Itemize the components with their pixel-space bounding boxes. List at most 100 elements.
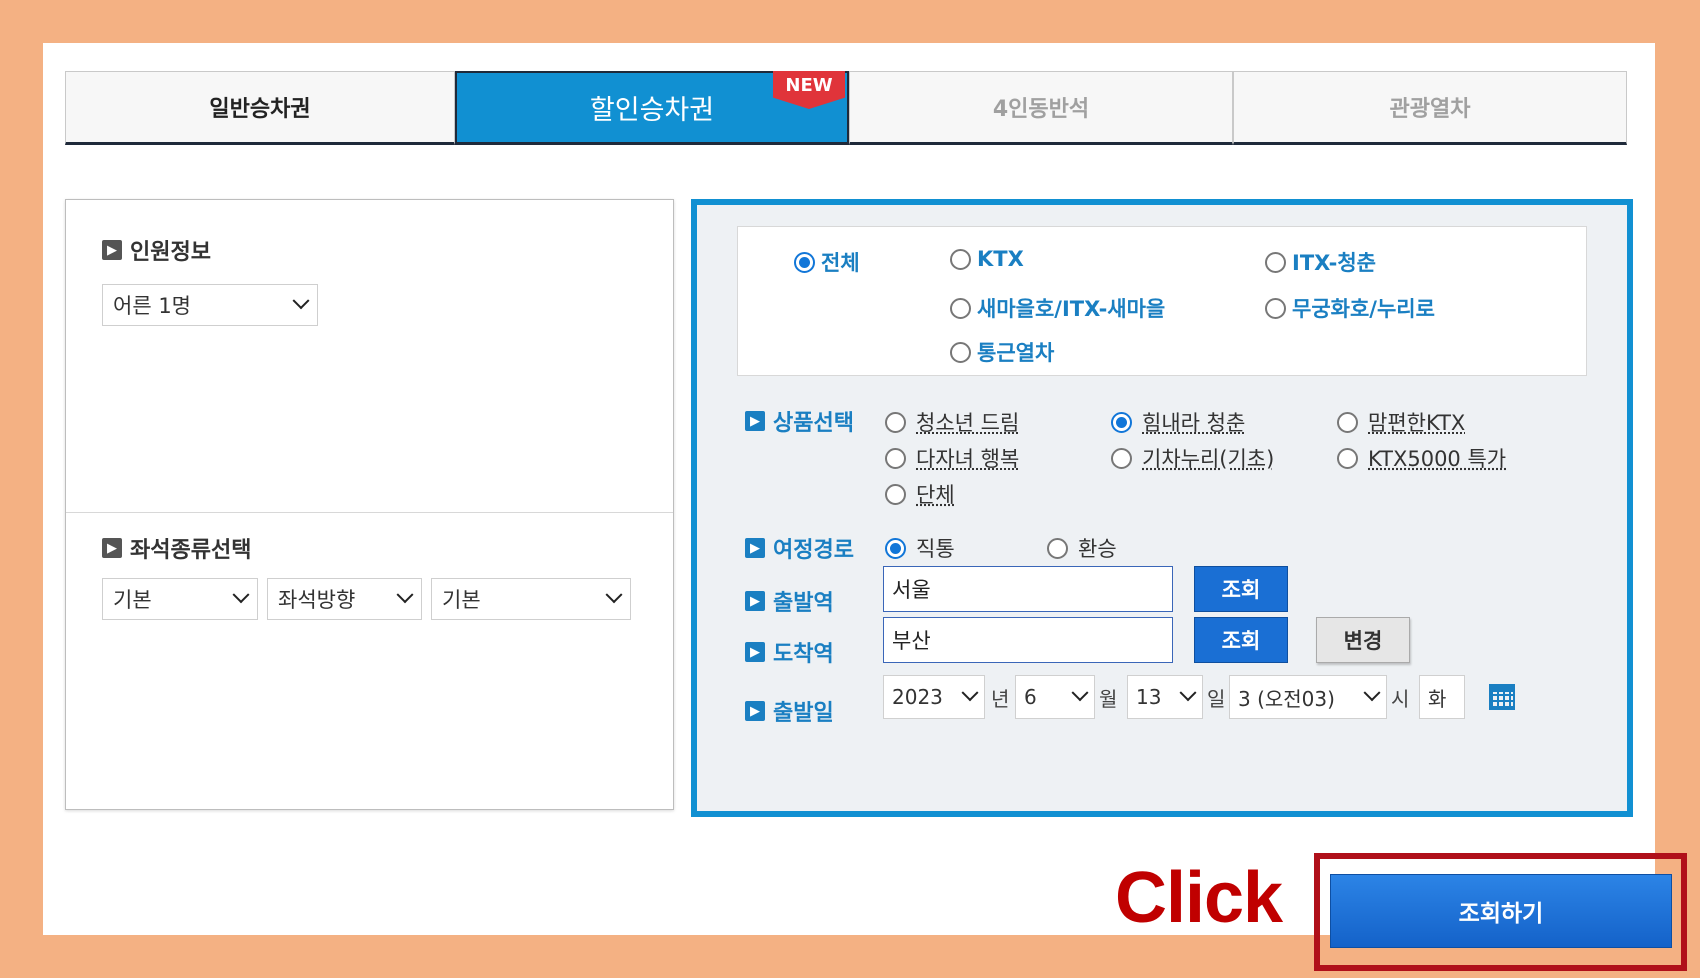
chevron-down-icon — [961, 684, 979, 702]
route-option-label: 직통 — [916, 537, 955, 561]
product-option-label: 힘내라 청춘 — [1142, 411, 1246, 435]
train-type-label: 전체 — [821, 251, 860, 275]
search-panel: 전체 KTX ITX-청춘 새마을호/ITX-새마을 무궁화호/누리로 통근열차 — [691, 199, 1633, 817]
seat-direction-select[interactable]: 좌석방향 — [267, 578, 422, 620]
day-select[interactable]: 13 — [1127, 675, 1203, 719]
train-type-label: ITX-청춘 — [1292, 251, 1376, 275]
product-label-text: 상품선택 — [773, 411, 854, 436]
chevron-down-icon — [1071, 684, 1089, 702]
swap-stations-button[interactable]: 변경 — [1316, 617, 1410, 663]
ticket-tabs: 일반승차권 할인승차권 4인동반석 관광열차 NEW — [65, 71, 1627, 145]
seat-class-select[interactable]: 기본 — [102, 578, 258, 620]
arrow-right-icon: ▶ — [745, 538, 765, 558]
radio-icon — [885, 483, 906, 505]
product-option-label: 맘편한KTX — [1368, 411, 1466, 435]
route-label: ▶ 여정경로 — [745, 532, 854, 564]
weekday-display: 화 — [1419, 675, 1465, 719]
passenger-title-text: 인원정보 — [130, 240, 211, 265]
radio-icon — [950, 341, 971, 363]
chevron-down-icon — [232, 586, 250, 604]
train-type-mugunghwa[interactable]: 무궁화호/누리로 — [1265, 293, 1435, 323]
product-label: ▶ 상품선택 — [745, 405, 854, 437]
weekday-value: 화 — [1428, 686, 1447, 711]
hour-unit: 시 — [1391, 687, 1410, 711]
product-multi-child[interactable]: 다자녀 행복 — [885, 443, 1019, 473]
chevron-down-icon — [1363, 684, 1381, 702]
departure-station-input[interactable]: 서울 — [883, 566, 1173, 612]
departure-search-button[interactable]: 조회 — [1194, 566, 1288, 612]
train-type-ktx[interactable]: KTX — [950, 247, 1024, 271]
arrival-station-input[interactable]: 부산 — [883, 617, 1173, 663]
month-select[interactable]: 6 — [1015, 675, 1095, 719]
product-cheer-youth[interactable]: 힘내라 청춘 — [1111, 407, 1245, 437]
chevron-down-icon — [605, 586, 623, 604]
radio-icon — [885, 411, 906, 433]
train-type-label: KTX — [977, 247, 1024, 271]
seat-class-value: 기본 — [113, 588, 152, 612]
radio-icon — [1047, 537, 1068, 559]
radio-selected-icon — [794, 251, 815, 273]
year-select[interactable]: 2023 — [883, 675, 985, 719]
seat-position-value: 기본 — [442, 588, 481, 612]
radio-icon — [1337, 411, 1358, 433]
train-type-label: 새마을호/ITX-새마을 — [977, 297, 1166, 321]
tab-four-seat[interactable]: 4인동반석 — [849, 71, 1233, 145]
train-type-label: 통근열차 — [977, 341, 1055, 365]
arrival-search-button[interactable]: 조회 — [1194, 617, 1288, 663]
radio-icon — [885, 447, 906, 469]
train-type-itx-cheongchun[interactable]: ITX-청춘 — [1265, 247, 1376, 277]
route-transfer[interactable]: 환승 — [1047, 533, 1117, 563]
product-comfort-ktx[interactable]: 맘편한KTX — [1337, 407, 1465, 437]
hour-value: 3 (오전03) — [1238, 686, 1335, 711]
radio-icon — [950, 297, 971, 319]
departure-date-label-text: 출발일 — [773, 701, 834, 726]
radio-icon — [1265, 297, 1286, 319]
departure-label: ▶ 출발역 — [745, 585, 834, 617]
arrow-right-icon: ▶ — [102, 240, 122, 260]
passenger-panel: ▶ 인원정보 어른 1명 ▶ 좌석종류선택 기본 좌석방향 기본 — [65, 199, 674, 810]
route-direct[interactable]: 직통 — [885, 533, 955, 563]
product-ktx5000[interactable]: KTX5000 특가 — [1337, 443, 1506, 473]
seat-type-title-text: 좌석종류선택 — [130, 538, 252, 563]
departure-date-label: ▶ 출발일 — [745, 695, 834, 727]
arrow-right-icon: ▶ — [745, 642, 765, 662]
day-value: 13 — [1136, 685, 1162, 709]
train-type-box: 전체 KTX ITX-청춘 새마을호/ITX-새마을 무궁화호/누리로 통근열차 — [737, 226, 1587, 376]
route-label-text: 여정경로 — [773, 538, 854, 563]
calendar-icon[interactable] — [1489, 684, 1515, 710]
hour-select[interactable]: 3 (오전03) — [1229, 675, 1387, 719]
chevron-down-icon — [396, 586, 414, 604]
chevron-down-icon — [1179, 684, 1197, 702]
tab-tour-train[interactable]: 관광열차 — [1233, 71, 1627, 145]
product-group[interactable]: 단체 — [885, 479, 955, 509]
product-option-label: KTX5000 특가 — [1368, 447, 1507, 471]
radio-selected-icon — [885, 537, 906, 559]
tab-general-ticket[interactable]: 일반승차권 — [65, 71, 455, 145]
seat-type-title: ▶ 좌석종류선택 — [102, 532, 251, 564]
radio-icon — [950, 248, 971, 270]
product-option-label: 단체 — [916, 483, 955, 507]
arrow-right-icon: ▶ — [745, 701, 765, 721]
month-unit: 월 — [1099, 687, 1118, 711]
main-frame: 일반승차권 할인승차권 4인동반석 관광열차 NEW ▶ 인원정보 어른 1명 … — [43, 43, 1687, 971]
radio-icon — [1111, 447, 1132, 469]
radio-icon — [1265, 251, 1286, 273]
train-type-label: 무궁화호/누리로 — [1292, 297, 1435, 321]
seat-position-select[interactable]: 기본 — [431, 578, 631, 620]
passenger-count-select[interactable]: 어른 1명 — [102, 284, 318, 326]
search-button[interactable]: 조회하기 — [1330, 874, 1672, 948]
product-youth-dream[interactable]: 청소년 드림 — [885, 407, 1019, 437]
train-type-saemaeul[interactable]: 새마을호/ITX-새마을 — [950, 293, 1165, 323]
product-option-label: 청소년 드림 — [916, 411, 1020, 435]
passenger-title: ▶ 인원정보 — [102, 234, 211, 266]
chevron-down-icon — [292, 292, 310, 310]
departure-label-text: 출발역 — [773, 591, 834, 616]
train-type-all[interactable]: 전체 — [794, 247, 860, 277]
arrival-label: ▶ 도착역 — [745, 636, 834, 668]
radio-icon — [1337, 447, 1358, 469]
product-option-label: 기차누리(기초) — [1142, 447, 1275, 471]
product-train-nuri[interactable]: 기차누리(기초) — [1111, 443, 1274, 473]
click-annotation: Click — [1115, 858, 1283, 938]
train-type-commuter[interactable]: 통근열차 — [950, 337, 1054, 367]
radio-selected-icon — [1111, 411, 1132, 433]
